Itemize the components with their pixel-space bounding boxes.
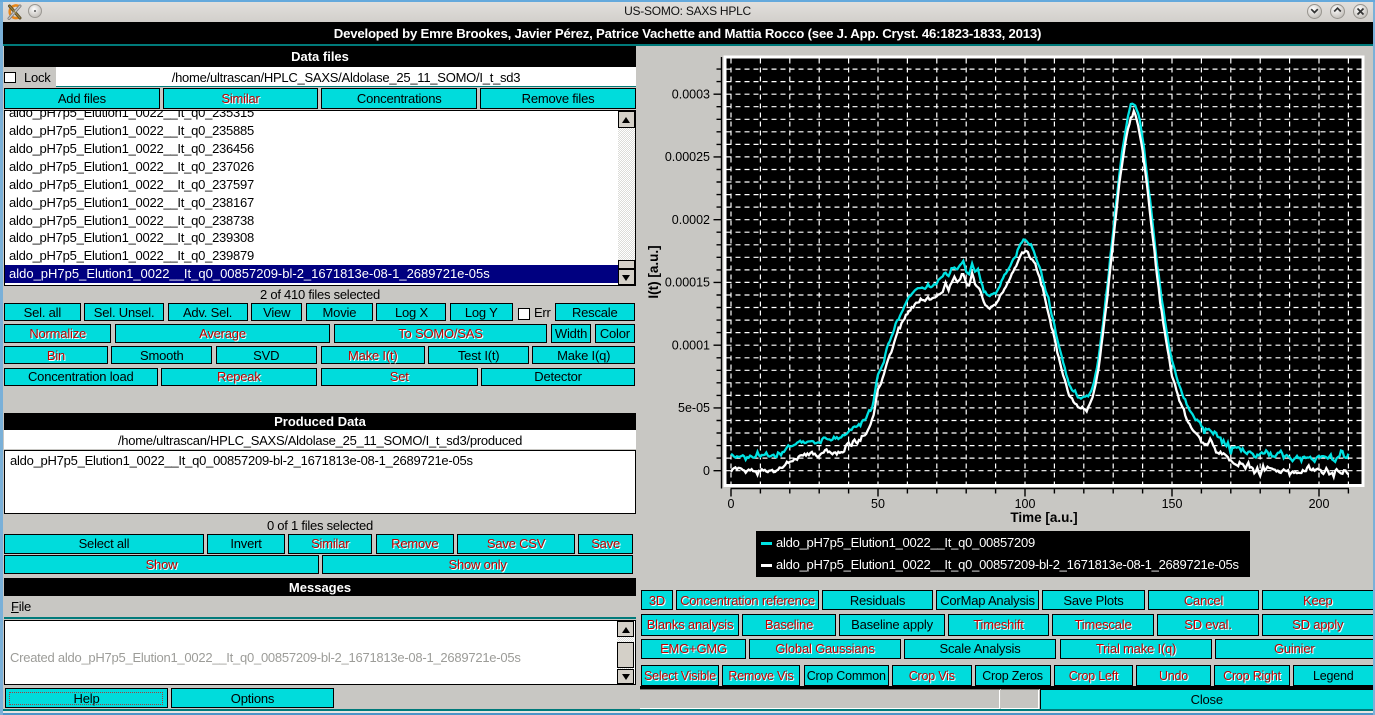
svg-text:150: 150 bbox=[1162, 497, 1183, 511]
svg-text:200: 200 bbox=[1309, 497, 1330, 511]
svg-text:Time [a.u.]: Time [a.u.] bbox=[1010, 510, 1077, 525]
svg-text:0.0001: 0.0001 bbox=[672, 338, 710, 352]
svg-text:0.0002: 0.0002 bbox=[672, 213, 710, 227]
svg-text:50: 50 bbox=[871, 497, 885, 511]
svg-text:I(t) [a.u.]: I(t) [a.u.] bbox=[646, 245, 661, 298]
svg-text:0.00015: 0.00015 bbox=[665, 276, 710, 290]
svg-text:0.00025: 0.00025 bbox=[665, 150, 710, 164]
svg-text:0: 0 bbox=[728, 497, 735, 511]
svg-text:100: 100 bbox=[1015, 497, 1036, 511]
svg-text:0: 0 bbox=[703, 464, 710, 478]
svg-text:0.0003: 0.0003 bbox=[672, 87, 710, 101]
svg-text:5e-05: 5e-05 bbox=[678, 401, 710, 415]
